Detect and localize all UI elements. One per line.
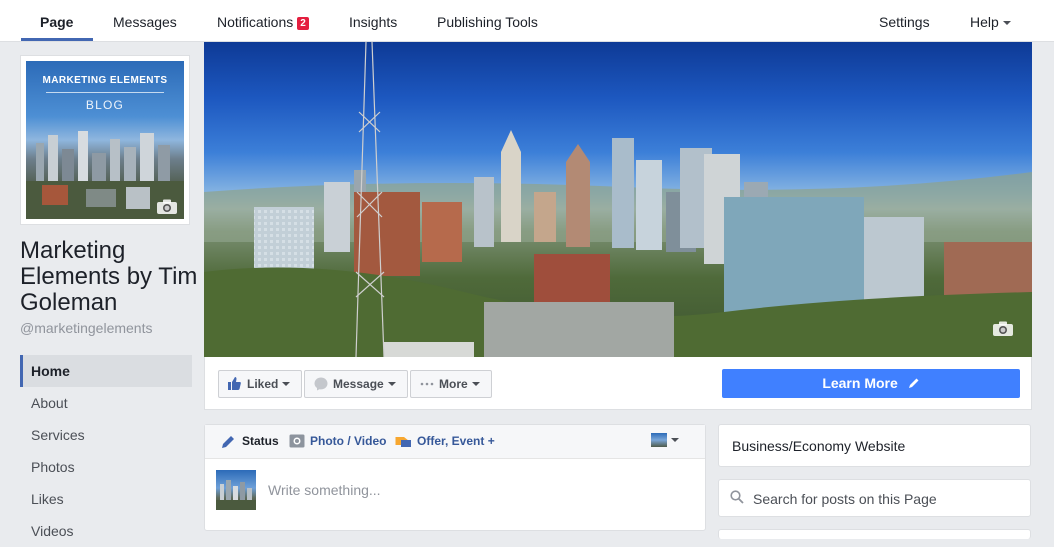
left-nav: Home About Services Photos Likes Videos (20, 355, 192, 547)
tab-settings[interactable]: Settings (879, 0, 930, 41)
profile-divider (46, 92, 164, 93)
profile-title: MARKETING ELEMENTS (42, 75, 168, 86)
tab-offer-event[interactable]: Offer, Event + (395, 425, 495, 458)
offer-event-label: Offer, Event + (417, 434, 495, 448)
chevron-down-icon (1002, 21, 1011, 25)
profile-picture[interactable]: MARKETING ELEMENTS BLOG (20, 55, 190, 225)
nav-item-videos[interactable]: Videos (20, 515, 192, 547)
chevron-down-icon[interactable] (671, 438, 679, 442)
more-dots-icon (420, 382, 434, 386)
page-category-card: Business/Economy Website (718, 424, 1031, 467)
page-avatar-selector[interactable] (651, 433, 667, 447)
message-button[interactable]: Message (304, 370, 408, 398)
learn-more-button[interactable]: Learn More (722, 369, 1020, 398)
page-title: Marketing Elements by Tim Goleman (20, 237, 198, 316)
photo-icon (289, 434, 305, 448)
page-action-bar: Liked Message More Learn More (204, 357, 1032, 410)
post-input[interactable]: Write something... (268, 482, 381, 498)
active-tab-indicator (21, 38, 93, 41)
profile-subtitle: BLOG (85, 98, 125, 112)
nav-item-services[interactable]: Services (20, 419, 192, 451)
page-tab-bar: Page Messages Notifications 2 Insights Pu… (0, 0, 1054, 42)
more-button[interactable]: More (410, 370, 492, 398)
photo-video-label: Photo / Video (310, 434, 387, 448)
composer-tabs: Status Photo / Video Offer, Event + (205, 425, 705, 459)
sidebar-next-card (718, 529, 1031, 539)
thumbs-up-icon (228, 377, 241, 390)
page-search-box[interactable]: Search for posts on this Page (718, 479, 1031, 517)
cover-photo[interactable] (204, 42, 1032, 357)
camera-icon[interactable] (992, 321, 1014, 337)
tab-status[interactable]: Status (221, 425, 279, 458)
tab-settings-label: Settings (879, 14, 930, 30)
page-category[interactable]: Business/Economy Website (732, 438, 905, 454)
status-label: Status (242, 434, 279, 448)
thumbnail-skyline (216, 480, 256, 510)
chevron-down-icon (471, 382, 480, 386)
tab-insights-label: Insights (349, 14, 398, 30)
offer-tag-icon (395, 437, 411, 447)
tab-insights[interactable]: Insights (349, 0, 397, 41)
cover-city-panorama (204, 42, 1032, 357)
profile-image: MARKETING ELEMENTS BLOG (26, 61, 184, 219)
post-composer: Status Photo / Video Offer, Event + Writ… (204, 424, 706, 531)
tab-publishing-tools-label: Publishing Tools (437, 14, 538, 30)
search-icon (730, 490, 744, 504)
camera-icon[interactable] (156, 199, 178, 215)
tab-photo-video[interactable]: Photo / Video (289, 425, 386, 458)
page-username[interactable]: @marketingelements (20, 320, 153, 336)
nav-item-home[interactable]: Home (20, 355, 192, 387)
more-label: More (439, 377, 468, 391)
nav-item-about[interactable]: About (20, 387, 192, 419)
messenger-icon (314, 377, 328, 391)
tab-messages-label: Messages (113, 14, 177, 30)
message-label: Message (333, 377, 384, 391)
tab-page[interactable]: Page (40, 0, 73, 41)
pencil-icon (222, 436, 234, 448)
avatar (216, 470, 256, 510)
learn-more-label: Learn More (822, 375, 898, 391)
tab-notifications[interactable]: Notifications 2 (217, 0, 309, 41)
nav-item-likes[interactable]: Likes (20, 483, 192, 515)
tab-messages[interactable]: Messages (113, 0, 177, 41)
nav-item-photos[interactable]: Photos (20, 451, 192, 483)
tab-help[interactable]: Help (970, 0, 1011, 41)
chevron-down-icon (387, 382, 396, 386)
tab-publishing-tools[interactable]: Publishing Tools (437, 0, 538, 41)
tab-page-label: Page (40, 14, 74, 30)
search-input[interactable]: Search for posts on this Page (753, 491, 937, 507)
liked-label: Liked (247, 377, 279, 391)
tab-help-label: Help (970, 14, 999, 30)
chevron-down-icon (282, 382, 291, 386)
pencil-icon (908, 378, 919, 388)
notifications-badge: 2 (297, 17, 309, 30)
tab-notifications-label: Notifications (217, 14, 294, 30)
liked-button[interactable]: Liked (218, 370, 302, 398)
